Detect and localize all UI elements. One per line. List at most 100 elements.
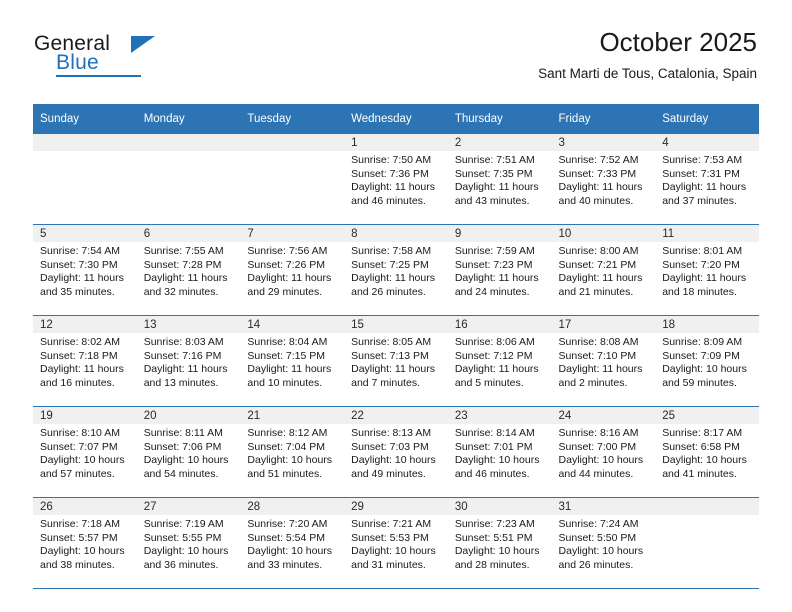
calendar-day-cell[interactable]: 28 Sunrise: 7:20 AM Sunset: 5:54 PM Dayligh… — [240, 498, 345, 589]
sunrise-time: Sunrise: 8:00 AM — [558, 245, 639, 257]
sunset-time: Sunset: 7:10 PM — [558, 349, 637, 362]
calendar-day-cell[interactable]: 25 Sunrise: 8:17 AM Sunset: 6:58 PM Dayligh… — [655, 407, 759, 498]
day-details: Sunrise: 7:54 AM Sunset: 7:30 PM Daylight:… — [33, 242, 137, 299]
weekday-header-sunday: Sunday — [33, 104, 137, 134]
calendar-day-cell[interactable]: 15 Sunrise: 8:05 AM Sunset: 7:13 PM Dayligh… — [344, 316, 448, 407]
sunrise-time: Sunrise: 8:02 AM — [40, 336, 120, 348]
sunset-time: Sunset: 7:31 PM — [662, 167, 740, 180]
day-details: Sunrise: 7:21 AM Sunset: 5:53 PM Daylight:… — [344, 515, 448, 572]
day-details: Sunrise: 7:20 AM Sunset: 5:54 PM Daylight:… — [240, 515, 344, 572]
calendar-day-cell[interactable]: 21 Sunrise: 8:12 AM Sunset: 7:04 PM Dayligh… — [240, 407, 345, 498]
daylight-duration-line2: and 28 minutes. — [454, 558, 530, 571]
daylight-duration-line1: Daylight: 10 hours — [454, 545, 540, 558]
day-number: 5 — [33, 225, 137, 242]
calendar-day-cell[interactable]: 1 Sunrise: 7:50 AM Sunset: 7:36 PM Daylight… — [344, 134, 448, 225]
daylight-duration-line2: and 33 minutes. — [247, 558, 323, 571]
daylight-duration-line1: Daylight: 11 hours — [454, 363, 539, 376]
calendar-day-cell[interactable]: 13 Sunrise: 8:03 AM Sunset: 7:16 PM Dayligh… — [136, 316, 241, 407]
sunrise-time: Sunrise: 7:51 AM — [454, 154, 535, 166]
calendar-day-cell[interactable]: 2 Sunrise: 7:51 AM Sunset: 7:35 PM Daylight… — [447, 134, 552, 225]
calendar-day-cell[interactable]: 6 Sunrise: 7:55 AM Sunset: 7:28 PM Daylight… — [136, 225, 241, 316]
sunrise-time: Sunrise: 8:09 AM — [662, 336, 743, 348]
calendar-day-cell[interactable]: 5 Sunrise: 7:54 AM Sunset: 7:30 PM Daylight… — [33, 225, 137, 316]
day-21: 21 Sunrise: 8:12 AM Sunset: 7:04 PM Dayligh… — [240, 407, 345, 497]
sunset-time: Sunset: 7:00 PM — [558, 440, 637, 453]
day-number: 17 — [551, 316, 656, 333]
daylight-duration-line2: and 26 minutes. — [558, 558, 634, 571]
calendar-day-cell[interactable]: 11 Sunrise: 8:01 AM Sunset: 7:20 PM Dayligh… — [655, 225, 759, 316]
daylight-duration-line2: and 2 minutes. — [558, 376, 628, 389]
sunrise-time: Sunrise: 8:13 AM — [351, 427, 432, 439]
daylight-duration-line1: Daylight: 11 hours — [143, 363, 228, 376]
calendar-day-cell[interactable]: 9 Sunrise: 7:59 AM Sunset: 7:23 PM Daylight… — [447, 225, 552, 316]
calendar-day-cell[interactable]: 20 Sunrise: 8:11 AM Sunset: 7:06 PM Dayligh… — [136, 407, 241, 498]
daylight-duration-line2: and 54 minutes. — [143, 467, 219, 480]
day-details: Sunrise: 8:01 AM Sunset: 7:20 PM Daylight:… — [655, 242, 759, 299]
daylight-duration-line1: Daylight: 10 hours — [351, 454, 436, 467]
calendar-day-cell[interactable]: 22 Sunrise: 8:13 AM Sunset: 7:03 PM Dayligh… — [344, 407, 448, 498]
calendar-day-cell[interactable]: 16 Sunrise: 8:06 AM Sunset: 7:12 PM Dayligh… — [447, 316, 552, 407]
daylight-duration-line1: Daylight: 11 hours — [558, 181, 643, 194]
daylight-duration-line1: Daylight: 11 hours — [351, 181, 435, 194]
daylight-duration-line1: Daylight: 10 hours — [558, 545, 644, 558]
day-details: Sunrise: 8:14 AM Sunset: 7:01 PM Daylight:… — [448, 424, 552, 481]
calendar-day-cell[interactable]: 18 Sunrise: 8:09 AM Sunset: 7:09 PM Dayligh… — [655, 316, 759, 407]
day-number: 15 — [344, 316, 448, 333]
day-details: Sunrise: 8:11 AM Sunset: 7:06 PM Daylight:… — [137, 424, 241, 481]
sunset-time: Sunset: 7:06 PM — [143, 440, 222, 453]
logo-triangle-icon — [131, 36, 155, 53]
sunset-time: Sunset: 7:33 PM — [558, 167, 637, 180]
daylight-duration-line2: and 32 minutes. — [143, 285, 219, 298]
day-number: 4 — [655, 134, 759, 151]
calendar-day-cell[interactable]: 4 Sunrise: 7:53 AM Sunset: 7:31 PM Daylight… — [655, 134, 759, 225]
daylight-duration-line1: Daylight: 11 hours — [40, 363, 124, 376]
calendar-day-cell[interactable]: 23 Sunrise: 8:14 AM Sunset: 7:01 PM Dayligh… — [447, 407, 552, 498]
calendar-day-cell[interactable]: 10 Sunrise: 8:00 AM Sunset: 7:21 PM Dayligh… — [551, 225, 656, 316]
day-details: Sunrise: 7:58 AM Sunset: 7:25 PM Daylight:… — [344, 242, 448, 299]
day-details: Sunrise: 7:52 AM Sunset: 7:33 PM Daylight:… — [552, 151, 656, 208]
day-2: 2 Sunrise: 7:51 AM Sunset: 7:35 PM Daylight… — [447, 134, 552, 224]
day-details: Sunrise: 8:03 AM Sunset: 7:16 PM Daylight:… — [137, 333, 241, 390]
calendar-day-cell[interactable] — [33, 134, 137, 225]
day-19: 19 Sunrise: 8:10 AM Sunset: 7:07 PM Dayligh… — [33, 407, 137, 497]
sunset-time: Sunset: 7:07 PM — [40, 440, 118, 453]
sunrise-time: Sunrise: 7:54 AM — [40, 245, 120, 257]
daylight-duration-line1: Daylight: 11 hours — [247, 363, 332, 376]
day-details: Sunrise: 7:19 AM Sunset: 5:55 PM Daylight:… — [137, 515, 241, 572]
day-details: Sunrise: 8:00 AM Sunset: 7:21 PM Daylight:… — [552, 242, 656, 299]
calendar-day-cell[interactable]: 12 Sunrise: 8:02 AM Sunset: 7:18 PM Dayligh… — [33, 316, 137, 407]
calendar-day-cell[interactable]: 3 Sunrise: 7:52 AM Sunset: 7:33 PM Daylight… — [551, 134, 656, 225]
day-17: 17 Sunrise: 8:08 AM Sunset: 7:10 PM Dayligh… — [551, 316, 656, 406]
sunset-time: Sunset: 7:20 PM — [662, 258, 740, 271]
sunset-time: Sunset: 7:26 PM — [247, 258, 326, 271]
calendar-day-cell[interactable] — [136, 134, 241, 225]
daylight-duration-line1: Daylight: 10 hours — [143, 454, 229, 467]
day-number: 30 — [447, 498, 552, 515]
calendar-day-cell[interactable]: 30 Sunrise: 7:23 AM Sunset: 5:51 PM Dayligh… — [447, 498, 552, 589]
calendar-day-cell[interactable]: 8 Sunrise: 7:58 AM Sunset: 7:25 PM Daylight… — [344, 225, 448, 316]
sunrise-time: Sunrise: 7:24 AM — [558, 518, 639, 530]
calendar-day-cell[interactable]: 7 Sunrise: 7:56 AM Sunset: 7:26 PM Daylight… — [240, 225, 345, 316]
day-27: 27 Sunrise: 7:19 AM Sunset: 5:55 PM Dayligh… — [136, 498, 241, 588]
calendar-day-cell[interactable]: 31 Sunrise: 7:24 AM Sunset: 5:50 PM Dayligh… — [551, 498, 656, 589]
day-number: 27 — [136, 498, 241, 515]
calendar-day-cell[interactable]: 17 Sunrise: 8:08 AM Sunset: 7:10 PM Dayligh… — [551, 316, 656, 407]
calendar-day-cell[interactable]: 27 Sunrise: 7:19 AM Sunset: 5:55 PM Dayligh… — [136, 498, 241, 589]
day-number: 18 — [655, 316, 759, 333]
calendar-day-cell[interactable] — [240, 134, 345, 225]
calendar-page: General Blue October 2025 Sant Marti de … — [0, 0, 792, 612]
general-blue-logo[interactable]: General Blue — [34, 32, 214, 82]
calendar-day-cell[interactable]: 19 Sunrise: 8:10 AM Sunset: 7:07 PM Dayligh… — [33, 407, 137, 498]
day-10: 10 Sunrise: 8:00 AM Sunset: 7:21 PM Dayligh… — [551, 225, 656, 315]
calendar-day-cell[interactable]: 26 Sunrise: 7:18 AM Sunset: 5:57 PM Dayligh… — [33, 498, 137, 589]
calendar-day-cell[interactable]: 14 Sunrise: 8:04 AM Sunset: 7:15 PM Dayligh… — [240, 316, 345, 407]
weekday-header-thursday: Thursday — [447, 104, 552, 134]
title-block: October 2025 Sant Marti de Tous, Catalon… — [538, 26, 757, 84]
calendar-day-cell[interactable]: 29 Sunrise: 7:21 AM Sunset: 5:53 PM Dayligh… — [344, 498, 448, 589]
day-number: 7 — [240, 225, 345, 242]
calendar-day-cell[interactable]: 24 Sunrise: 8:16 AM Sunset: 7:00 PM Dayligh… — [551, 407, 656, 498]
daylight-duration-line2: and 16 minutes. — [40, 376, 115, 389]
day-12: 12 Sunrise: 8:02 AM Sunset: 7:18 PM Dayligh… — [33, 316, 137, 406]
sunset-time: Sunset: 7:12 PM — [454, 349, 533, 362]
calendar-day-cell[interactable] — [655, 498, 759, 589]
